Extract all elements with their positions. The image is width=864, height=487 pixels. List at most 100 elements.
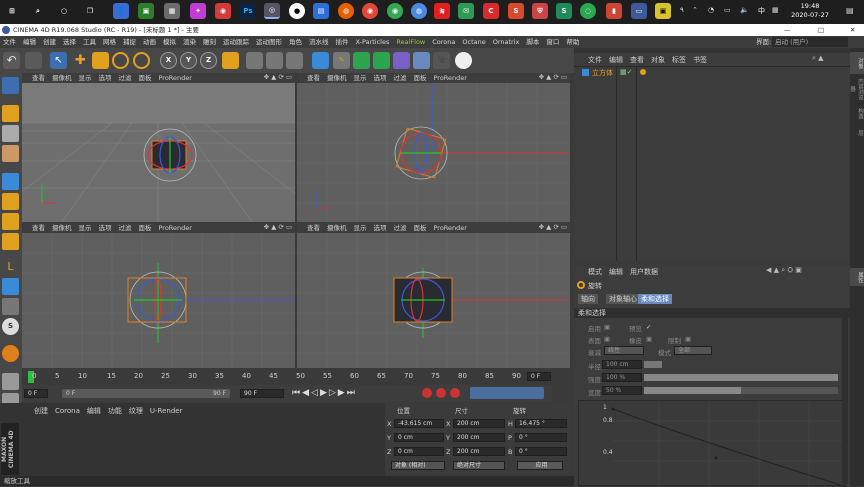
menu-item[interactable]: 运动图形 bbox=[256, 38, 282, 46]
timeline-ruler[interactable]: 0 5 10 15 20 25 30 35 40 45 50 55 60 65 … bbox=[22, 369, 552, 385]
red-c-app-icon[interactable]: C bbox=[483, 3, 499, 19]
current-frame-field[interactable]: 0 F bbox=[527, 372, 551, 381]
width-slider[interactable] bbox=[644, 387, 838, 394]
y-axis-icon[interactable]: Y bbox=[180, 52, 197, 69]
coord-mode-select[interactable]: 对象 (相对) bbox=[391, 461, 445, 470]
vp-menu-item[interactable]: ProRender bbox=[434, 224, 467, 232]
task-view-icon[interactable]: ❐ bbox=[82, 3, 98, 19]
object-menu-item[interactable]: 编辑 bbox=[609, 56, 623, 64]
menu-item[interactable]: Ornatrix bbox=[493, 38, 520, 46]
ime-icon[interactable]: ▦ bbox=[772, 6, 779, 14]
magnet-icon[interactable] bbox=[2, 298, 19, 315]
attribute-nav-icons[interactable]: ◀ ▲ ⌕ ⛭ ▣ bbox=[766, 266, 802, 275]
vp-menu-item[interactable]: ProRender bbox=[434, 74, 467, 82]
select-arrow-icon[interactable]: ↖ bbox=[50, 52, 67, 69]
width-field[interactable]: 50 % bbox=[602, 386, 642, 395]
vp-menu-item[interactable]: ProRender bbox=[159, 224, 192, 232]
keyframe-icon[interactable] bbox=[450, 388, 460, 398]
viewport-right[interactable]: 查看 摄像机 显示 选项 过滤 面板 ProRender ✥ ▲ ⟳ ▭ bbox=[22, 223, 295, 368]
snap-icon[interactable] bbox=[2, 278, 19, 295]
enable-checkbox[interactable]: ▣ bbox=[604, 323, 610, 331]
windows-start-icon[interactable]: ⊞ bbox=[4, 3, 20, 19]
rotate-icon[interactable] bbox=[112, 52, 129, 69]
menu-item[interactable]: 网格 bbox=[103, 38, 116, 46]
notification-icon[interactable]: ▤ bbox=[846, 6, 854, 15]
layout-select[interactable]: 启动 (用户) bbox=[772, 37, 848, 47]
menu-item[interactable]: 选择 bbox=[63, 38, 76, 46]
model-mode-icon[interactable] bbox=[2, 105, 19, 122]
blue-app-icon[interactable]: ▤ bbox=[313, 3, 329, 19]
pos-z-field[interactable]: 0 cm bbox=[394, 447, 444, 456]
redo-icon[interactable] bbox=[25, 52, 42, 69]
shield-app-icon[interactable]: ⛨ bbox=[532, 3, 548, 19]
playback-controls[interactable]: ⏮◀◁▶▷▶⏭ bbox=[292, 388, 357, 398]
volume-icon[interactable]: 🔈 bbox=[740, 6, 749, 14]
strength-field[interactable]: 100 % bbox=[602, 373, 642, 382]
limit-checkbox[interactable]: ▣ bbox=[685, 335, 691, 343]
apply-button[interactable]: 应用 bbox=[517, 461, 563, 470]
z-axis-icon[interactable]: Z bbox=[200, 52, 217, 69]
checker-icon[interactable] bbox=[2, 373, 19, 390]
object-menu-item[interactable]: 文件 bbox=[588, 56, 602, 64]
wechat-icon[interactable]: ✉ bbox=[458, 3, 474, 19]
material-menu-item[interactable]: U-Render bbox=[150, 407, 183, 415]
menu-item[interactable]: Corona bbox=[432, 38, 455, 46]
menu-item[interactable]: RealFlow bbox=[396, 38, 425, 46]
tab-object-axis[interactable]: 对象轴心 bbox=[606, 294, 640, 304]
menu-item[interactable]: 创建 bbox=[43, 38, 56, 46]
material-menu-item[interactable]: Corona bbox=[55, 407, 80, 415]
preview-range-slider[interactable]: 0 F 90 F bbox=[62, 389, 230, 398]
radius-slider[interactable] bbox=[644, 361, 662, 368]
x-axis-icon[interactable]: X bbox=[160, 52, 177, 69]
vp-menu-item[interactable]: 选项 bbox=[99, 224, 112, 232]
preview-check-icon[interactable]: ✓ bbox=[646, 323, 651, 331]
cloner-icon[interactable] bbox=[373, 52, 390, 69]
input-language[interactable]: 中 bbox=[758, 6, 765, 16]
green-app-icon[interactable]: ▣ bbox=[138, 3, 154, 19]
vp-menu-item[interactable]: 过滤 bbox=[394, 74, 407, 82]
object-item-cube[interactable]: 立方体 bbox=[592, 68, 613, 78]
menu-item[interactable]: 编辑 bbox=[23, 38, 36, 46]
display-icon[interactable]: ▭ bbox=[724, 6, 731, 14]
firefox-icon[interactable]: ◍ bbox=[338, 3, 354, 19]
size-z-field[interactable]: 200 cm bbox=[453, 447, 505, 456]
chrome-icon[interactable]: ◉ bbox=[362, 3, 378, 19]
rot-h-field[interactable]: 16.475 ° bbox=[515, 419, 567, 428]
vp-menu-item[interactable]: 显示 bbox=[354, 224, 367, 232]
axis-mode-icon[interactable] bbox=[2, 233, 19, 250]
vp-menu-item[interactable]: ProRender bbox=[159, 74, 192, 82]
object-menu-item[interactable]: 标签 bbox=[672, 56, 686, 64]
menu-item[interactable]: 工具 bbox=[83, 38, 96, 46]
material-tag-icon[interactable] bbox=[640, 69, 646, 75]
vp-menu-item[interactable]: 选项 bbox=[99, 74, 112, 82]
vp-menu-item[interactable]: 选项 bbox=[374, 74, 387, 82]
l-tool-icon[interactable]: L bbox=[2, 258, 19, 275]
menu-item[interactable]: 文件 bbox=[3, 38, 16, 46]
doc-app-icon[interactable]: ▭ bbox=[631, 3, 647, 19]
attribute-menu-item[interactable]: 编辑 bbox=[609, 268, 623, 276]
clock[interactable]: 19:48 2020-07-27 bbox=[790, 2, 830, 20]
move-icon[interactable]: ✚ bbox=[72, 52, 89, 69]
search-icon[interactable]: ⌕ bbox=[30, 3, 46, 19]
menu-item[interactable]: 模拟 bbox=[163, 38, 176, 46]
vp-menu-item[interactable]: 查看 bbox=[32, 224, 45, 232]
yellow-app-icon[interactable]: ▣ bbox=[655, 3, 671, 19]
menu-item[interactable]: 捕捉 bbox=[123, 38, 136, 46]
viewport-nav-icons[interactable]: ✥ ▲ ⟳ ▭ bbox=[539, 223, 567, 231]
viewport-nav-icons[interactable]: ✥ ▲ ⟳ ▭ bbox=[264, 223, 292, 231]
menu-item[interactable]: 雕刻 bbox=[203, 38, 216, 46]
material-menu-item[interactable]: 创建 bbox=[34, 407, 48, 415]
purple-app-icon[interactable]: ✦ bbox=[190, 3, 206, 19]
make-editable-icon[interactable] bbox=[2, 77, 19, 94]
vp-menu-item[interactable]: 摄像机 bbox=[327, 74, 347, 82]
edges-mode-icon[interactable] bbox=[2, 193, 19, 210]
chrome-2-icon[interactable]: ◉ bbox=[387, 3, 403, 19]
tab-structure[interactable]: 构造 bbox=[850, 104, 864, 122]
recent-tool-icon[interactable] bbox=[133, 52, 150, 69]
undo-icon[interactable]: ↶ bbox=[3, 52, 20, 69]
vp-menu-item[interactable]: 选项 bbox=[374, 224, 387, 232]
menu-item[interactable]: 插件 bbox=[336, 38, 349, 46]
cinema4d-taskbar-icon[interactable]: ◎ bbox=[264, 3, 280, 19]
polygons-mode-icon[interactable] bbox=[2, 213, 19, 230]
tab-layers[interactable]: 层 bbox=[850, 126, 864, 140]
